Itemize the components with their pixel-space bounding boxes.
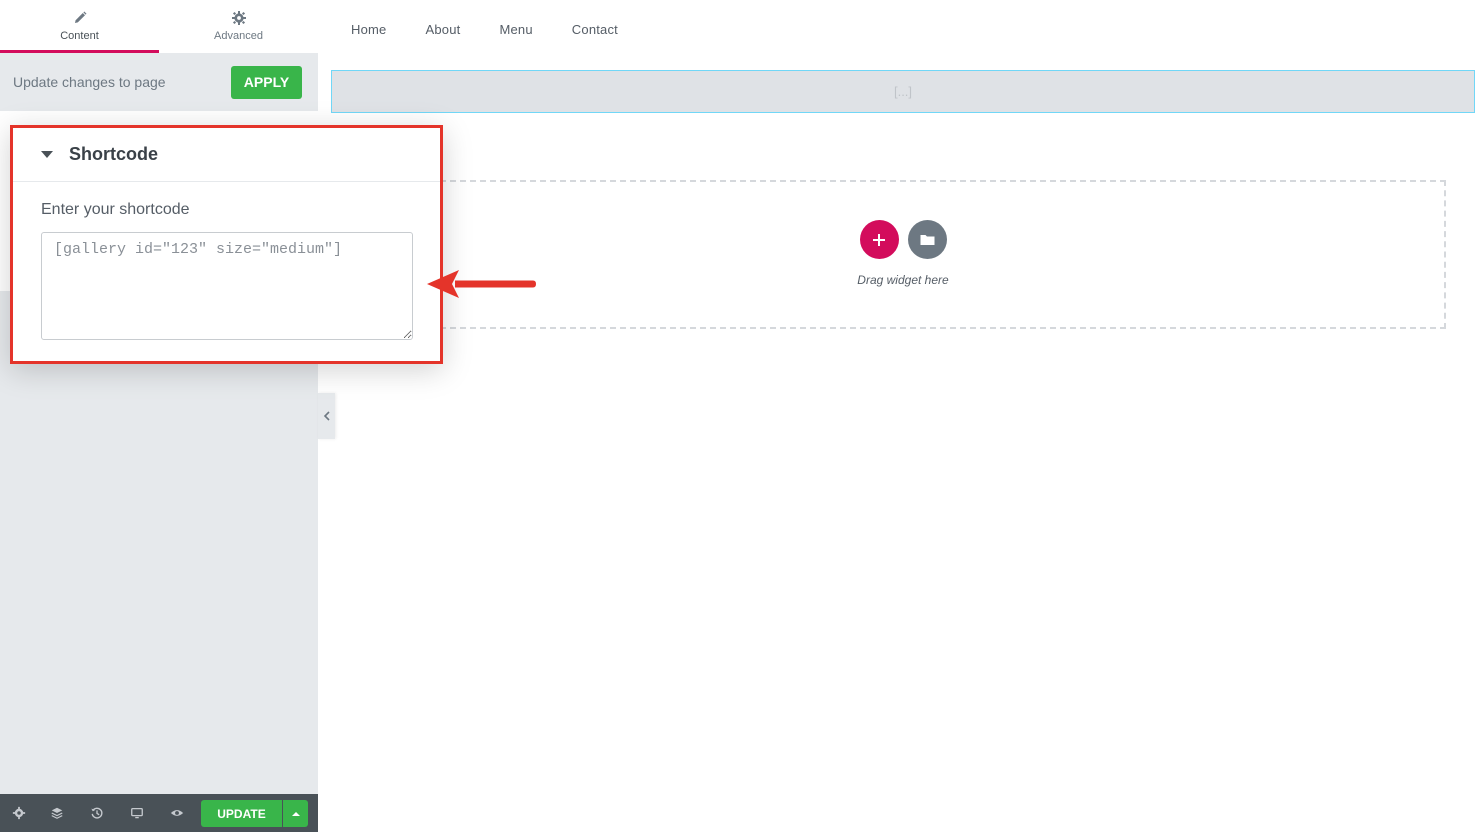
panel-tabs: Content Advanced: [0, 0, 318, 53]
settings-button[interactable]: [0, 794, 37, 832]
nav-home[interactable]: Home: [351, 22, 386, 37]
nav-contact[interactable]: Contact: [572, 22, 618, 37]
panel-footer: UPDATE: [0, 794, 318, 832]
shortcode-input[interactable]: [41, 232, 413, 340]
add-template-button[interactable]: [907, 220, 947, 259]
history-icon: [91, 807, 103, 819]
drop-zone-text: Drag widget here: [857, 273, 949, 287]
shortcode-section-body: Enter your shortcode: [13, 182, 440, 340]
shortcode-widget-placeholder: [...]: [893, 84, 913, 99]
shortcode-field-label: Enter your shortcode: [41, 201, 190, 218]
gear-icon: [231, 11, 246, 25]
layers-icon: [51, 807, 63, 819]
add-section-button[interactable]: [859, 220, 899, 259]
apply-button[interactable]: APPLY: [231, 65, 302, 99]
update-options-button[interactable]: [283, 800, 308, 827]
shortcode-section-header[interactable]: Shortcode: [13, 128, 440, 182]
preview-button[interactable]: [157, 794, 197, 832]
apply-row: Update changes to page APPLY: [0, 53, 318, 111]
navigator-button[interactable]: [37, 794, 77, 832]
apply-label: Update changes to page: [13, 74, 166, 90]
shortcode-section-title: Shortcode: [69, 144, 159, 164]
drop-zone-buttons: [859, 220, 947, 259]
nav-about[interactable]: About: [425, 22, 460, 37]
caret-down-icon: [41, 151, 53, 158]
tab-advanced[interactable]: Advanced: [159, 0, 318, 53]
responsive-button[interactable]: [117, 794, 157, 832]
settings-icon: [12, 806, 25, 820]
tab-content-label: Content: [60, 30, 99, 42]
widget-drop-zone[interactable]: Drag widget here: [360, 180, 1446, 329]
arrow-left-icon: [427, 270, 536, 298]
tab-advanced-label: Advanced: [214, 30, 263, 42]
chevron-left-icon: [323, 411, 330, 421]
responsive-icon: [131, 807, 143, 819]
history-button[interactable]: [77, 794, 117, 832]
nav-menu[interactable]: Menu: [499, 22, 532, 37]
plus-icon: [873, 233, 885, 246]
folder-icon: [920, 235, 934, 245]
preview-icon: [170, 810, 184, 816]
tab-content[interactable]: Content: [0, 0, 159, 53]
shortcode-widget[interactable]: [...]: [331, 70, 1475, 113]
update-button[interactable]: UPDATE: [201, 800, 282, 827]
site-navigation: Home About Menu Contact: [351, 22, 657, 37]
panel-collapse-handle[interactable]: [318, 393, 335, 439]
caret-up-icon: [291, 811, 300, 816]
shortcode-section-highlight: Shortcode Enter your shortcode: [10, 125, 443, 364]
pencil-icon: [74, 11, 86, 23]
